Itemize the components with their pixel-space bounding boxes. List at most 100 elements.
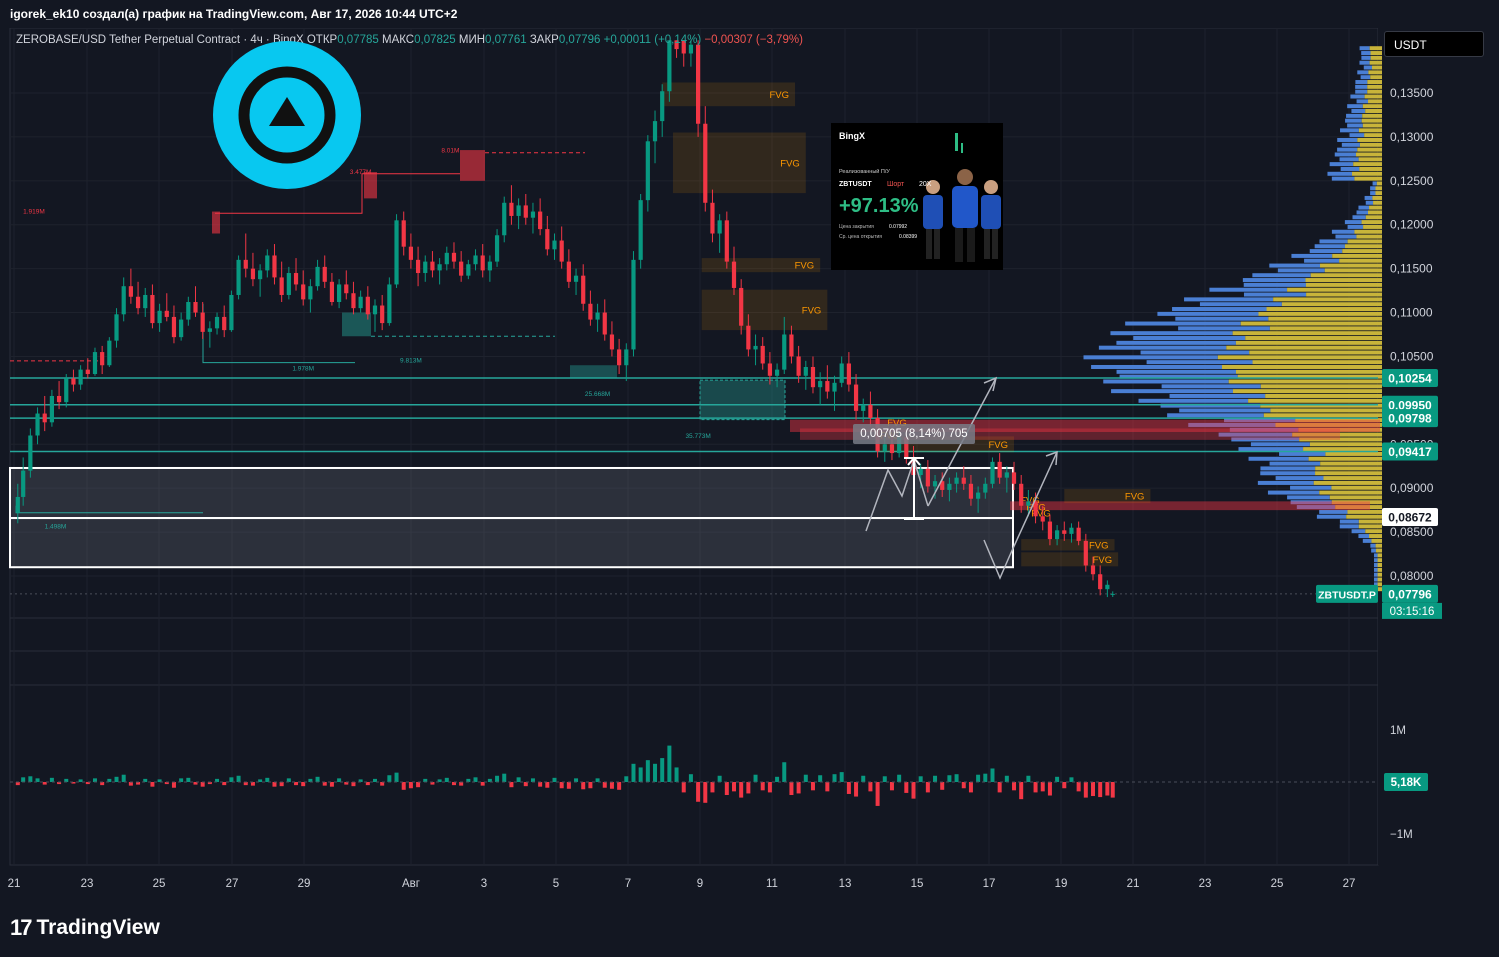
promo-open-value: 0.08399 <box>899 234 918 240</box>
volume-bar <box>638 767 643 782</box>
volume-bar <box>925 782 930 793</box>
currency-button[interactable]: USDT <box>1384 31 1484 57</box>
candle-body <box>882 444 887 452</box>
volume-bar <box>710 782 715 793</box>
candle-body <box>1069 527 1074 534</box>
profile-bar-buy <box>1339 157 1359 162</box>
profile-bar-sell <box>1369 60 1382 65</box>
volume-bar <box>753 774 758 782</box>
volume-bar <box>566 782 571 789</box>
supply-zone-3 <box>212 211 220 234</box>
profile-bar-buy <box>1374 572 1378 577</box>
profile-bar-sell <box>1377 572 1382 577</box>
x-tick-label: 23 <box>81 878 94 890</box>
fvg-label: FVG <box>1093 555 1113 566</box>
candle-body <box>638 200 643 260</box>
profile-bar-buy <box>1352 215 1366 220</box>
volume-bar <box>351 782 356 787</box>
profile-bar-buy <box>1329 162 1354 167</box>
candle-body <box>617 349 622 366</box>
candle-body <box>387 284 392 324</box>
profile-bar-buy <box>1116 369 1236 374</box>
x-tick-label: 23 <box>1199 878 1212 890</box>
profile-bar-buy <box>1360 75 1371 80</box>
candle-body <box>487 261 492 271</box>
profile-bar-sell <box>1376 181 1382 186</box>
profile-bar-sell <box>1359 166 1382 171</box>
candle-body <box>49 395 54 423</box>
price-tick-label: 0,09000 <box>1390 481 1434 495</box>
promo-close-value: 0.07992 <box>889 224 908 230</box>
profile-bar-sell <box>1371 65 1382 70</box>
volume-bar <box>265 777 270 782</box>
profile-bar-sell <box>1377 563 1382 568</box>
volume-bar <box>552 777 557 782</box>
volume-bar <box>337 778 342 782</box>
price-tick-label: 0,12500 <box>1390 174 1434 188</box>
profile-bar-buy <box>1242 278 1306 283</box>
volume-pane <box>9 684 1379 866</box>
profile-bar-buy <box>1374 553 1378 558</box>
volume-bar <box>617 782 622 790</box>
tradingview-mark-icon: 17 <box>10 915 33 940</box>
profile-bar-sell <box>1357 137 1382 142</box>
countdown-label: 03:15:16 <box>1390 606 1435 618</box>
candle-body <box>595 312 600 320</box>
candle-body <box>538 211 543 230</box>
candle-body <box>523 205 528 218</box>
x-tick-label: 25 <box>1271 878 1284 890</box>
candle-body <box>243 259 248 269</box>
profile-bar-buy <box>1133 336 1246 341</box>
volume-bar <box>904 782 909 793</box>
fvg-label: FVG <box>1089 540 1109 551</box>
profile-bar-sell <box>1245 336 1382 341</box>
candle-body <box>997 461 1002 478</box>
volume-bar <box>832 774 837 782</box>
profile-bar-sell <box>1266 307 1382 312</box>
candle-body <box>423 261 428 274</box>
candle-body <box>286 273 291 295</box>
profile-bar-sell <box>1258 311 1382 316</box>
x-tick-label: 21 <box>1127 878 1140 890</box>
profile-bar-buy <box>1138 398 1249 403</box>
profile-bar-sell <box>1323 476 1382 481</box>
x-tick-label: Авг <box>402 878 420 890</box>
profile-bar-buy <box>1277 268 1325 273</box>
volume-bar <box>732 782 736 792</box>
price-tick-label: 0,13500 <box>1390 86 1434 100</box>
candle-body <box>279 277 284 295</box>
profile-bar-buy <box>1331 229 1355 234</box>
volume-bar <box>473 777 478 782</box>
profile-bar-buy <box>1350 94 1365 99</box>
candle-body <box>954 477 959 484</box>
zone-volume-label: 25.668M <box>585 391 610 398</box>
candle-body <box>157 310 162 324</box>
profile-bar-sell <box>1359 142 1382 147</box>
profile-bar-sell <box>1363 224 1382 229</box>
profile-bar-sell <box>1358 157 1382 162</box>
volume-bar <box>667 745 672 782</box>
profile-bar-sell <box>1228 379 1382 384</box>
volume-bar <box>1026 775 1031 782</box>
volume-bar <box>1083 782 1088 798</box>
tradingview-logo[interactable]: 17 TradingView <box>10 915 160 941</box>
profile-bar-buy <box>1167 413 1264 418</box>
profile-bar-sell <box>1365 529 1382 534</box>
candle-body <box>710 202 715 234</box>
profile-bar-buy <box>1111 389 1233 394</box>
volume-bar <box>1062 782 1067 789</box>
price-tick-label: 0,12000 <box>1390 218 1434 232</box>
volume-bar <box>631 763 636 782</box>
zone-volume-label: 1.498M <box>45 524 67 531</box>
profile-bar-buy <box>1340 166 1360 171</box>
profile-bar-buy <box>1327 171 1353 176</box>
profile-bar-sell <box>1370 75 1382 80</box>
volume-bar <box>128 782 133 786</box>
candle-body <box>516 205 521 216</box>
volume-bar <box>767 782 772 793</box>
candle-body <box>35 413 40 436</box>
volume-bar <box>940 782 945 790</box>
profile-bar-buy <box>1374 563 1378 568</box>
candle-body <box>315 266 320 287</box>
candle-body <box>459 261 464 276</box>
